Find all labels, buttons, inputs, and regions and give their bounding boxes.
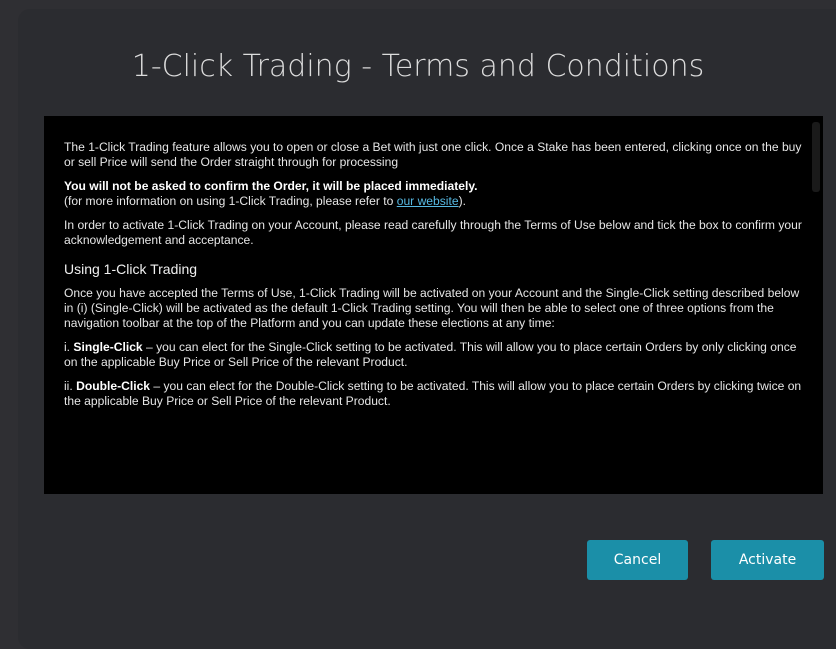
- item-text: – you can elect for the Single-Click set…: [64, 340, 797, 369]
- section-heading: Using 1-Click Trading: [64, 261, 198, 277]
- section-text: Once you have accepted the Terms of Use,…: [64, 286, 800, 330]
- terms-scroll-area[interactable]: The 1-Click Trading feature allows you t…: [44, 116, 823, 494]
- cancel-button[interactable]: Cancel: [587, 540, 688, 580]
- item-term: Single-Click: [73, 340, 143, 354]
- activate-instruction: In order to activate 1-Click Trading on …: [64, 218, 802, 247]
- list-item: ii. Double-Click – you can elect for the…: [64, 379, 804, 409]
- item-text: – you can elect for the Double-Click set…: [64, 379, 802, 408]
- more-info-prefix: (for more information on using 1-Click T…: [64, 194, 397, 208]
- item-marker: i.: [64, 340, 71, 354]
- item-term: Double-Click: [76, 379, 151, 393]
- warning-text: You will not be asked to confirm the Ord…: [64, 179, 478, 193]
- dialog-title: 1-Click Trading - Terms and Conditions: [131, 49, 705, 84]
- more-info-paragraph: You will not be asked to confirm the Ord…: [64, 179, 804, 209]
- intro-text: The 1-Click Trading feature allows you t…: [64, 140, 802, 169]
- website-link[interactable]: our website: [397, 194, 459, 208]
- activate-button[interactable]: Activate: [711, 540, 824, 580]
- item-marker: ii.: [64, 379, 73, 393]
- more-info-suffix: ).: [458, 194, 466, 208]
- list-item: i. Single-Click – you can elect for the …: [64, 340, 804, 370]
- scrollbar[interactable]: [812, 122, 820, 192]
- terms-content: The 1-Click Trading feature allows you t…: [64, 140, 804, 418]
